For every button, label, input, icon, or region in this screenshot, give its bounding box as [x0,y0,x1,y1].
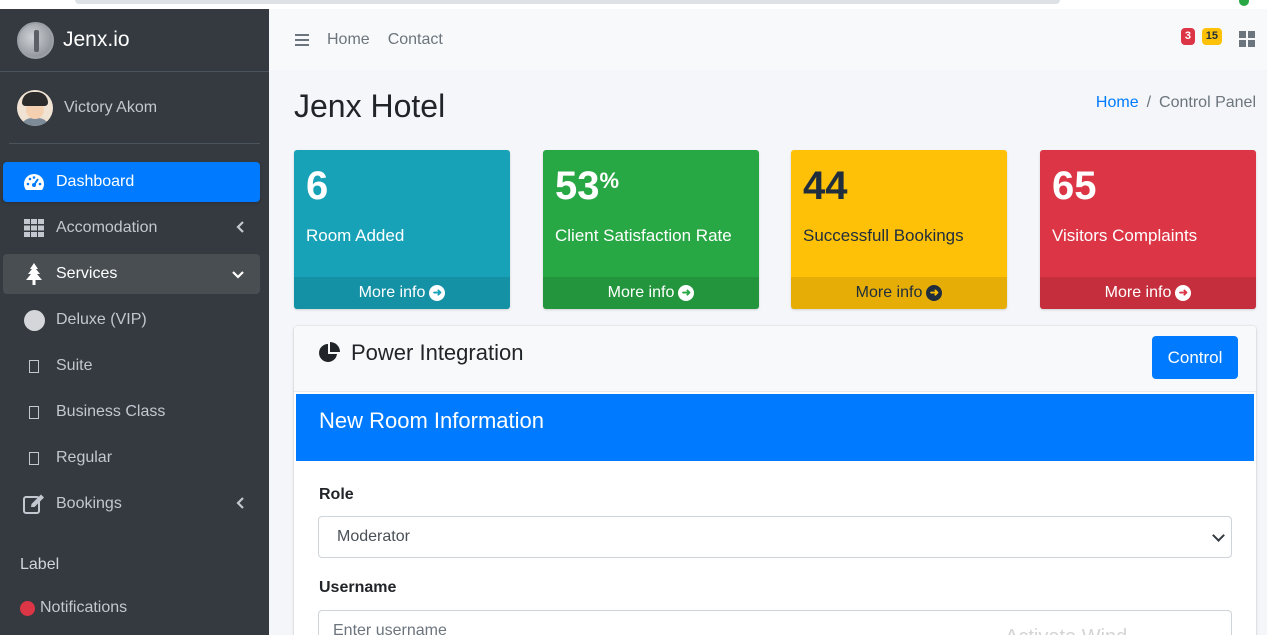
grid-menu-icon[interactable] [1239,31,1255,47]
stat-value: 6 [306,164,329,208]
breadcrumb: Home / Control Panel [1095,94,1256,111]
sidebar-item-deluxe-vip[interactable]: Deluxe (VIP) [3,300,260,340]
chevron-down-icon [1212,529,1225,542]
messages-badge[interactable]: 3 [1180,28,1195,45]
stat-label: Room Added [306,226,405,245]
sidebar-item-suite[interactable]: Suite [3,346,260,386]
stat-box-rooms: 6 Room Added More info ➜ [294,150,510,309]
activation-watermark: Activate Wind [1005,626,1127,635]
square-outline-icon [21,401,47,423]
role-label: Role [319,486,354,503]
red-dot-icon [20,600,35,616]
top-navbar: Home Contact 3 15 [269,9,1267,70]
browser-indicator [1239,0,1249,6]
notifications-badge[interactable]: 15 [1201,28,1222,45]
sidebar-header-label: Label [20,556,60,573]
tree-icon [21,263,47,285]
sidebar-item-notifications[interactable]: Notifications [0,599,269,617]
breadcrumb-home[interactable]: Home [1096,94,1139,111]
avatar [17,89,53,126]
sidebar-item-dashboard[interactable]: Dashboard [3,162,260,202]
circle-icon [21,309,47,331]
brand-logo-icon [17,21,54,59]
grid-icon [21,217,47,239]
sidebar-item-label: Dashboard [56,173,135,190]
breadcrumb-current: Control Panel [1159,94,1256,111]
sidebar-nav: Dashboard Accomodation Services Deluxe (… [0,162,269,524]
sidebar-item-label: Regular [56,449,113,466]
more-info-link[interactable]: More info ➜ [543,277,759,309]
arrow-circle-right-icon: ➜ [678,285,695,301]
chevron-left-icon [236,496,244,512]
sidebar: Jenx.io Victory Akom Dashboard Accomodat… [0,9,269,635]
sidebar-item-label: Business Class [56,403,166,420]
brand-name: Jenx.io [63,28,130,51]
square-outline-icon [21,447,47,469]
sidebar-item-label: Notifications [40,599,128,616]
arrow-circle-right-icon: ➜ [1175,285,1192,301]
sidebar-item-label: Suite [56,357,93,374]
card-header: Power Integration Control [294,326,1256,392]
card-title: Power Integration [318,340,523,366]
new-room-form: New Room Information Role Moderator User… [296,394,1254,635]
more-info-link[interactable]: More info ➜ [1040,277,1256,309]
sidebar-item-label: Bookings [56,495,122,512]
sidebar-item-label: Services [56,265,118,282]
more-info-link[interactable]: More info ➜ [294,277,510,309]
square-outline-icon [21,355,47,377]
sidebar-item-accomodation[interactable]: Accomodation [3,208,260,248]
stat-box-complaints: 65 Visitors Complaints More info ➜ [1040,150,1256,309]
browser-scrollbar [75,0,1060,4]
brand-link[interactable]: Jenx.io [0,9,269,72]
stat-box-bookings: 44 Successfull Bookings More info ➜ [791,150,1007,309]
username-label: Username [319,579,397,596]
role-select[interactable]: Moderator [318,516,1232,558]
chevron-down-icon [232,266,244,282]
hamburger-menu-icon[interactable] [295,33,309,46]
sidebar-item-bookings[interactable]: Bookings [3,484,260,524]
stat-box-satisfaction: 53% Client Satisfaction Rate More info ➜ [543,150,759,309]
stat-value: 65 [1052,164,1097,208]
page-title: Jenx Hotel [294,88,446,124]
arrow-circle-right-icon: ➜ [926,285,943,301]
edit-icon [21,493,47,515]
sidebar-item-label: Deluxe (VIP) [56,311,147,328]
power-integration-card: Power Integration Control New Room Infor… [294,326,1256,635]
user-name: Victory Akom [64,98,158,116]
user-panel[interactable]: Victory Akom [9,72,260,144]
role-select-value: Moderator [337,528,410,545]
nav-link-contact[interactable]: Contact [388,31,443,49]
more-info-link[interactable]: More info ➜ [791,277,1007,309]
arrow-circle-right-icon: ➜ [429,285,446,301]
stat-value: 44 [803,164,848,208]
stat-value: 53% [555,164,620,208]
stat-label: Visitors Complaints [1052,226,1198,245]
pie-chart-icon [319,342,340,362]
chevron-left-icon [236,220,244,236]
form-title: New Room Information [296,394,1254,461]
sidebar-item-regular[interactable]: Regular [3,438,260,478]
tachometer-icon [21,171,47,193]
nav-link-home[interactable]: Home [327,31,370,49]
stat-label: Successfull Bookings [803,226,964,245]
sidebar-item-services[interactable]: Services [3,254,260,294]
stat-label: Client Satisfaction Rate [555,226,732,245]
sidebar-item-business-class[interactable]: Business Class [3,392,260,432]
browser-strip [0,0,1267,9]
control-button[interactable]: Control [1152,336,1238,379]
sidebar-item-label: Accomodation [56,219,158,236]
